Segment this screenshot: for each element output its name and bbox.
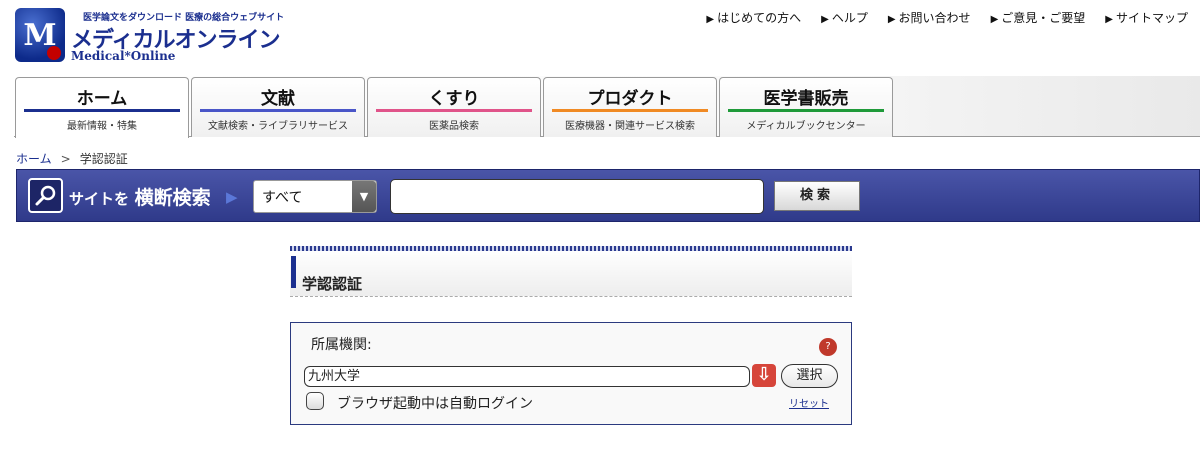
search-scope-select[interactable]: すべて ▼ bbox=[253, 180, 377, 213]
tab-color-bar bbox=[24, 109, 180, 112]
breadcrumb: ホーム > 学認認証 bbox=[16, 150, 128, 167]
tab-drugs[interactable]: くすり 医薬品検索 bbox=[367, 77, 541, 137]
tab-label: 文献 bbox=[261, 89, 295, 109]
institution-label: 所属機関: bbox=[311, 337, 372, 353]
heading-box bbox=[290, 251, 852, 297]
tab-label: ホーム bbox=[76, 89, 128, 109]
search-title-prefix: サイトを bbox=[69, 190, 130, 208]
main-nav: ホーム 最新情報・特集 文献 文献検索・ライブラリサービス くすり 医薬品検索 … bbox=[15, 77, 893, 138]
tab-sublabel: 最新情報・特集 bbox=[67, 121, 137, 132]
search-title: サイトを 横断検索 bbox=[69, 183, 211, 210]
link-sitemap[interactable]: サイトマップ bbox=[1105, 9, 1188, 26]
logo-mark-icon: M bbox=[15, 8, 65, 62]
arrow-down-icon[interactable]: ⇩ bbox=[752, 364, 776, 387]
magnifier-icon bbox=[28, 178, 63, 213]
tab-literature[interactable]: 文献 文献検索・ライブラリサービス bbox=[191, 77, 365, 137]
tab-sublabel: 医療機器・関連サービス検索 bbox=[565, 121, 695, 132]
breadcrumb-home[interactable]: ホーム bbox=[16, 152, 52, 166]
tab-color-bar bbox=[376, 109, 532, 112]
tab-label: 医学書販売 bbox=[763, 89, 849, 109]
tab-bookstore[interactable]: 医学書販売 メディカルブックセンター bbox=[719, 77, 893, 137]
tab-products[interactable]: プロダクト 医療機器・関連サービス検索 bbox=[543, 77, 717, 137]
tab-sublabel: メディカルブックセンター bbox=[746, 121, 866, 132]
link-contact[interactable]: お問い合わせ bbox=[888, 9, 971, 26]
institution-field[interactable]: 九州大学 bbox=[304, 366, 750, 387]
link-first-time[interactable]: はじめての方へ bbox=[706, 9, 801, 26]
tab-sublabel: 医薬品検索 bbox=[429, 121, 479, 132]
link-feedback[interactable]: ご意見・ご要望 bbox=[991, 9, 1085, 26]
tab-color-bar bbox=[200, 109, 356, 112]
link-help[interactable]: ヘルプ bbox=[821, 9, 868, 26]
utility-links: はじめての方へ ヘルプ お問い合わせ ご意見・ご要望 サイトマップ bbox=[706, 9, 1188, 26]
tab-color-bar bbox=[728, 109, 884, 112]
auto-login-label: ブラウザ起動中は自動ログイン bbox=[337, 396, 533, 412]
tab-label: くすり bbox=[428, 89, 480, 109]
site-logo[interactable]: M 医学論文をダウンロード 医療の総合ウェブサイト メディカルオンライン Med… bbox=[15, 8, 285, 64]
tab-sublabel: 文献検索・ライブラリサービス bbox=[208, 121, 348, 132]
logo-subtitle: Medical*Online bbox=[71, 49, 176, 63]
help-icon[interactable]: ? bbox=[819, 338, 837, 356]
search-input[interactable] bbox=[390, 179, 764, 214]
institution-panel: 所属機関: ? 九州大学 ⇩ 選択 ブラウザ起動中は自動ログイン リセット bbox=[290, 322, 852, 425]
page-title: 学認認証 bbox=[302, 275, 363, 293]
tab-home[interactable]: ホーム 最新情報・特集 bbox=[15, 77, 189, 138]
triangle-right-icon: ▶ bbox=[226, 188, 238, 206]
tab-label: プロダクト bbox=[587, 89, 673, 109]
search-title-main: 横断検索 bbox=[134, 187, 211, 209]
site-search-bar: サイトを 横断検索 ▶ すべて ▼ 検索 bbox=[16, 169, 1200, 222]
select-button[interactable]: 選択 bbox=[781, 364, 838, 388]
search-scope-value: すべて bbox=[262, 190, 303, 206]
breadcrumb-current: 学認認証 bbox=[79, 152, 128, 166]
chevron-down-icon: ▼ bbox=[352, 181, 376, 212]
reset-link[interactable]: リセット bbox=[789, 395, 829, 410]
search-button[interactable]: 検索 bbox=[774, 181, 860, 211]
heading-accent bbox=[291, 256, 296, 288]
auto-login-checkbox[interactable] bbox=[306, 392, 324, 410]
tab-color-bar bbox=[552, 109, 708, 112]
breadcrumb-separator: > bbox=[60, 152, 71, 166]
